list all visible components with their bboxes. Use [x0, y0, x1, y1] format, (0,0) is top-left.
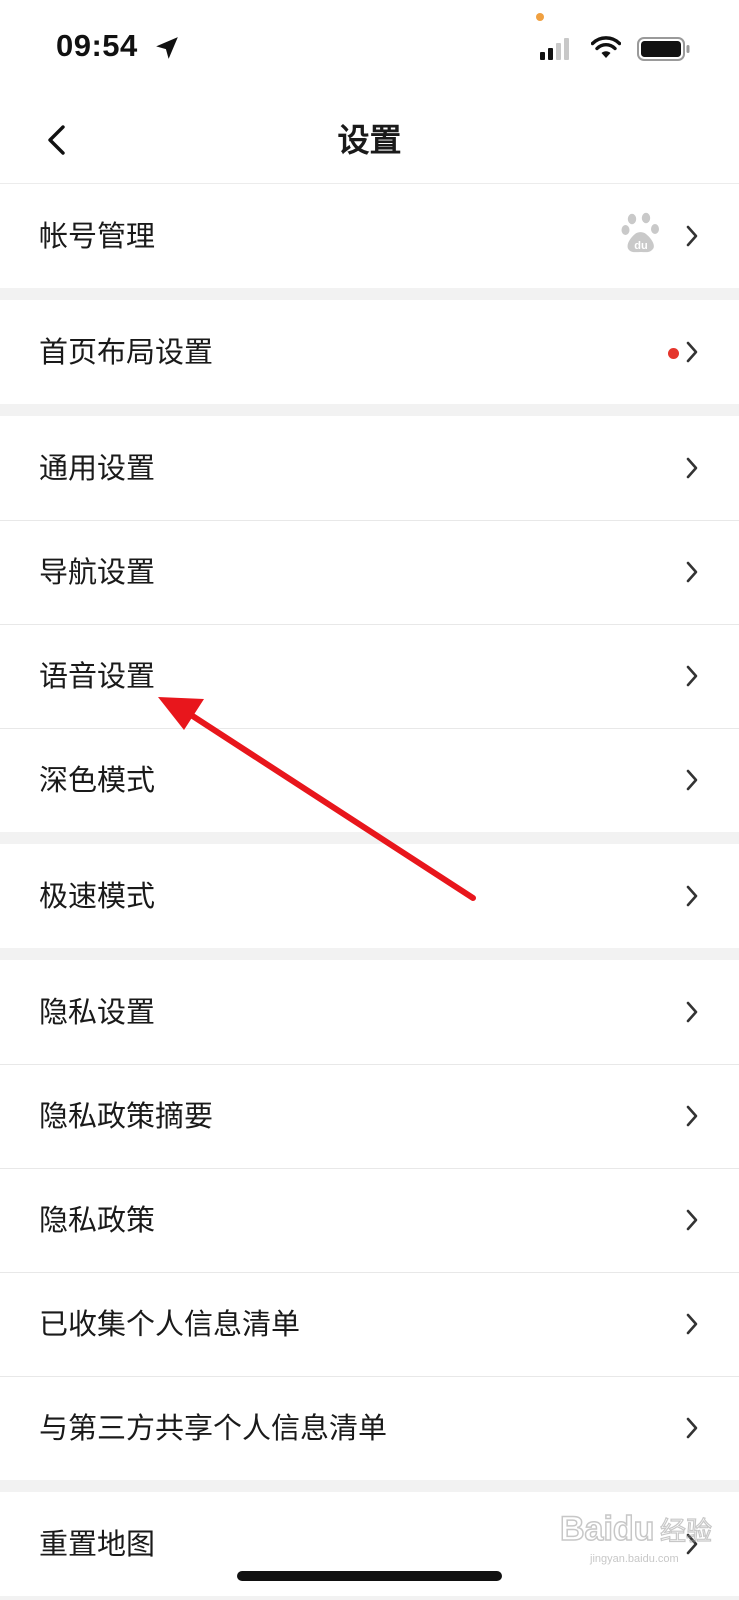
settings-item-label: 首页布局设置: [39, 335, 214, 369]
settings-item-privacy-policy[interactable]: 隐私政策: [0, 1168, 739, 1272]
settings-item-label: 语音设置: [39, 659, 156, 693]
settings-item-label: 隐私设置: [39, 995, 156, 1029]
back-button[interactable]: [28, 112, 84, 168]
settings-item-label: 隐私政策: [39, 1203, 156, 1237]
settings-item-speed-mode[interactable]: 极速模式: [0, 844, 739, 948]
settings-item-general[interactable]: 通用设置: [0, 416, 739, 520]
chevron-right-icon: [686, 225, 698, 247]
chevron-right-icon: [686, 1533, 698, 1555]
chevron-right-icon: [686, 769, 698, 791]
chevron-right-icon: [686, 561, 698, 583]
settings-item-account-management[interactable]: 帐号管理 du: [0, 184, 739, 288]
chevron-right-icon: [686, 1001, 698, 1023]
settings-group-general: 通用设置 导航设置 语音设置 深色模式: [0, 416, 739, 832]
settings-item-home-layout[interactable]: 首页布局设置: [0, 300, 739, 404]
settings-item-privacy-summary[interactable]: 隐私政策摘要: [0, 1064, 739, 1168]
settings-item-label: 通用设置: [39, 451, 156, 485]
settings-item-navigation[interactable]: 导航设置: [0, 520, 739, 624]
cellular-signal-icon: [540, 38, 569, 60]
chevron-right-icon: [686, 885, 698, 907]
settings-list: 帐号管理 du 首页布局设置 通用设置 导航设置 语音设置 深色模式 极速模式 …: [0, 184, 739, 1600]
settings-group-speed: 极速模式: [0, 844, 739, 948]
chevron-right-icon: [686, 1313, 698, 1335]
chevron-right-icon: [686, 1209, 698, 1231]
settings-group-privacy: 隐私设置 隐私政策摘要 隐私政策 已收集个人信息清单 与第三方共享个人信息清单: [0, 960, 739, 1480]
status-time: 09:54: [56, 28, 138, 63]
settings-item-label: 重置地图: [39, 1527, 156, 1561]
svg-text:du: du: [634, 240, 647, 252]
privacy-indicator-dot: [536, 13, 544, 21]
chevron-right-icon: [686, 665, 698, 687]
chevron-left-icon: [48, 125, 65, 155]
page-title: 设置: [337, 121, 402, 159]
settings-item-dark-mode[interactable]: 深色模式: [0, 728, 739, 832]
battery-icon: [637, 37, 690, 61]
settings-item-label: 已收集个人信息清单: [39, 1307, 301, 1341]
settings-item-privacy-settings[interactable]: 隐私设置: [0, 960, 739, 1064]
chevron-right-icon: [686, 341, 698, 363]
settings-item-collected-info[interactable]: 已收集个人信息清单: [0, 1272, 739, 1376]
new-badge-dot: [668, 348, 679, 359]
settings-item-label: 与第三方共享个人信息清单: [39, 1411, 388, 1445]
home-indicator[interactable]: [237, 1571, 502, 1581]
settings-group-home: 首页布局设置: [0, 300, 739, 404]
settings-item-label: 隐私政策摘要: [39, 1099, 214, 1133]
settings-item-label: 导航设置: [39, 555, 156, 589]
settings-item-label: 深色模式: [39, 763, 156, 797]
settings-group-account: 帐号管理 du: [0, 184, 739, 288]
chevron-right-icon: [686, 457, 698, 479]
baidu-paw-icon: du: [621, 212, 659, 253]
settings-item-label: 极速模式: [39, 879, 156, 913]
chevron-right-icon: [686, 1417, 698, 1439]
settings-item-shared-info[interactable]: 与第三方共享个人信息清单: [0, 1376, 739, 1480]
status-bar: 09:54: [0, 0, 739, 96]
chevron-right-icon: [686, 1105, 698, 1127]
settings-item-voice[interactable]: 语音设置: [0, 624, 739, 728]
navigation-bar: 设置: [0, 96, 739, 184]
location-arrow-icon: [156, 37, 178, 59]
settings-item-label: 帐号管理: [39, 219, 156, 253]
wifi-icon: [591, 36, 621, 58]
